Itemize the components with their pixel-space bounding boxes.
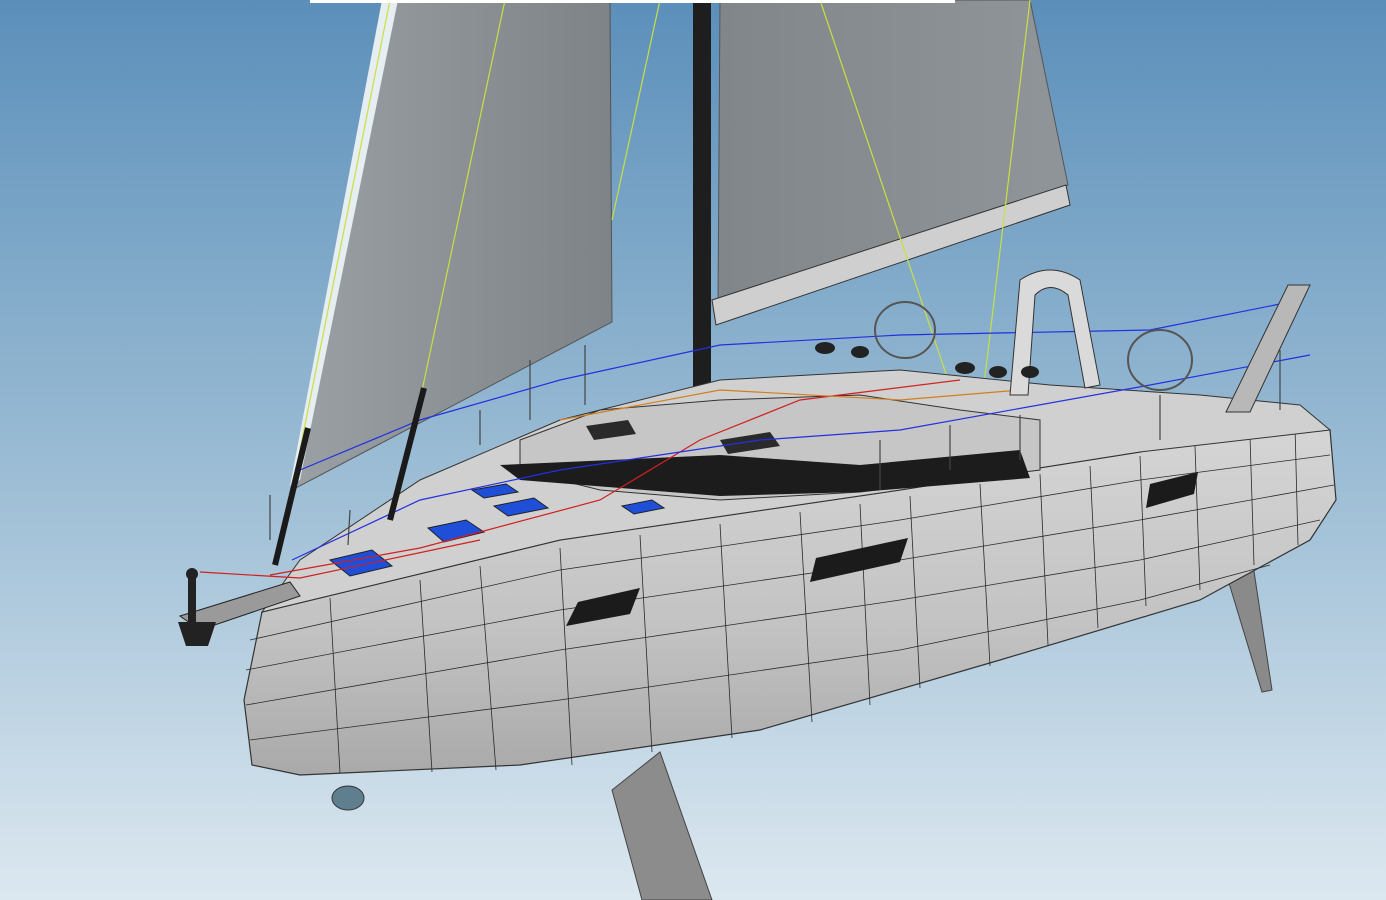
mast <box>693 0 711 420</box>
cad-viewport[interactable] <box>0 0 1386 900</box>
sailboat-3d-model[interactable] <box>0 0 1386 900</box>
viewport-top-bar <box>310 0 955 3</box>
bow-thruster <box>331 785 365 811</box>
